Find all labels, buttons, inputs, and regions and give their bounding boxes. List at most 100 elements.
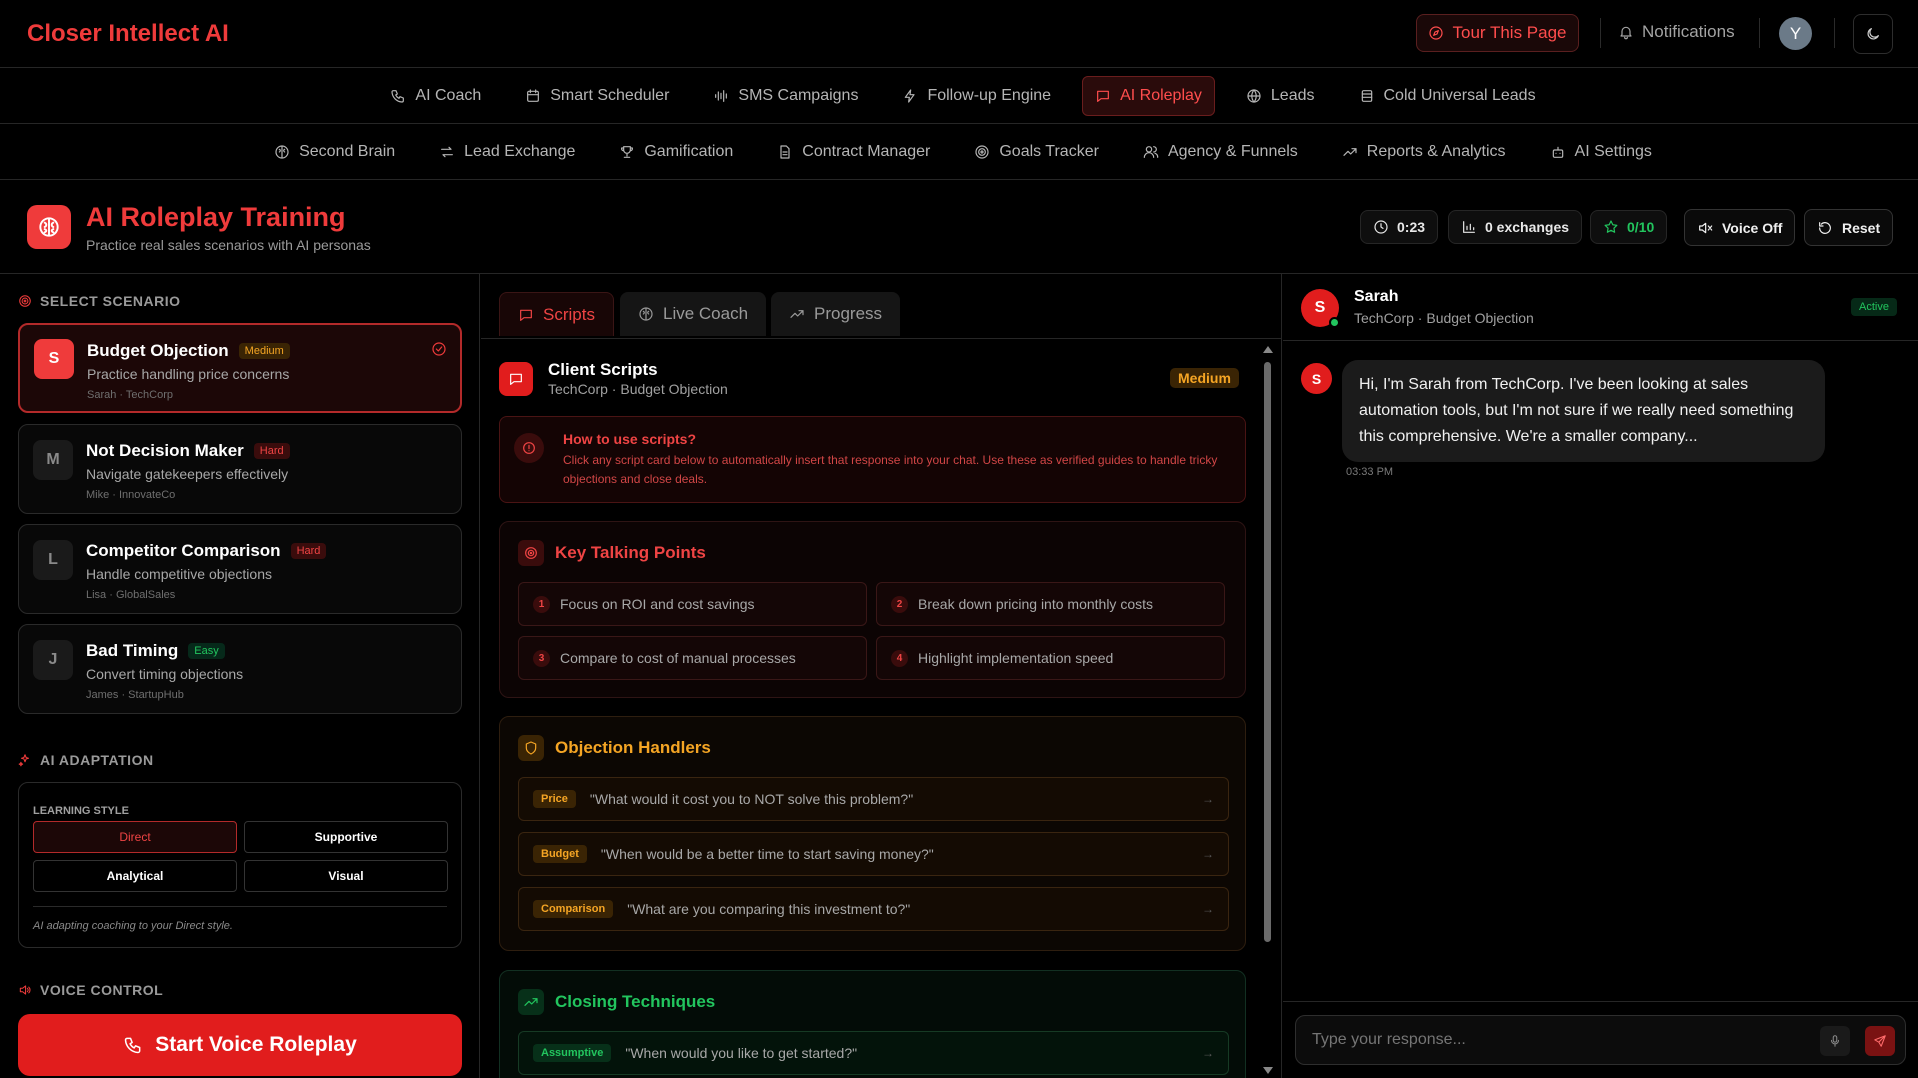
scenario-card-competitor-comparison[interactable]: L Competitor Comparison Hard Handle comp…	[18, 524, 462, 614]
howto-text: Click any script card below to automatic…	[563, 453, 1218, 486]
style-visual-button[interactable]: Visual	[244, 860, 448, 892]
nav-ai-roleplay[interactable]: AI Roleplay	[1082, 75, 1215, 116]
talking-point[interactable]: 3 Compare to cost of manual processes	[518, 636, 867, 680]
tab-scripts[interactable]: Scripts	[499, 292, 614, 336]
nav-label: Reports & Analytics	[1366, 142, 1506, 160]
scenario-meta: James · StartupHub	[86, 689, 184, 701]
trophy-icon	[621, 145, 634, 158]
clock-icon	[1374, 220, 1388, 234]
scroll-down-arrow[interactable]	[1263, 1067, 1273, 1074]
status-badge: Active	[1851, 298, 1897, 316]
notifications-button[interactable]: Notifications	[1618, 22, 1735, 42]
talking-point[interactable]: 1 Focus on ROI and cost savings	[518, 582, 867, 626]
objection-script[interactable]: Price "What would it cost you to NOT sol…	[518, 777, 1229, 821]
point-number: 2	[891, 595, 908, 613]
score-stat: 0/10	[1590, 210, 1668, 244]
tour-button[interactable]: Tour This Page	[1416, 14, 1579, 52]
closing-techniques-heading: Closing Techniques	[518, 989, 715, 1015]
scroll-thumb[interactable]	[1264, 362, 1271, 942]
trend-icon	[1343, 147, 1357, 156]
point-number: 1	[533, 595, 550, 613]
divider	[33, 906, 447, 907]
reset-button[interactable]: Reset	[1804, 209, 1894, 246]
objection-tag: Comparison	[533, 900, 614, 918]
scenario-meta: Mike · InnovateCo	[86, 489, 176, 501]
closing-script[interactable]: Assumptive "When would you like to get s…	[518, 1031, 1229, 1075]
nav-reports-analytics[interactable]: Reports & Analytics	[1329, 132, 1519, 172]
persona-name: Sarah	[1354, 288, 1399, 305]
talking-point[interactable]: 4 Highlight implementation speed	[876, 636, 1225, 680]
start-voice-label: Start Voice Roleplay	[155, 1033, 357, 1056]
nav-smart-scheduler[interactable]: Smart Scheduler	[512, 76, 682, 116]
scenario-title-text: Bad Timing	[86, 641, 179, 660]
nav-label: Follow-up Engine	[927, 86, 1052, 104]
brain-icon	[27, 205, 71, 249]
card-title-text: Objection Handlers	[555, 738, 711, 757]
voice-toggle-button[interactable]: Voice Off	[1684, 209, 1796, 246]
scenario-avatar: L	[33, 540, 73, 580]
ai-adaptation-heading: AI ADAPTATION	[18, 752, 154, 768]
nav-label: SMS Campaigns	[738, 86, 859, 104]
scenario-avatar: J	[33, 640, 73, 680]
user-avatar[interactable]: Y	[1779, 17, 1812, 50]
tab-label: Progress	[814, 304, 883, 323]
chat-input[interactable]	[1312, 1031, 1792, 1049]
scroll-up-arrow[interactable]	[1263, 346, 1273, 353]
client-scripts-subtitle: TechCorp · Budget Objection	[548, 381, 728, 397]
scenario-avatar: S	[34, 339, 74, 379]
nav-lead-exchange[interactable]: Lead Exchange	[426, 132, 588, 172]
talking-point[interactable]: 2 Break down pricing into monthly costs	[876, 582, 1225, 626]
trend-icon	[790, 310, 804, 318]
nav-ai-settings[interactable]: AI Settings	[1537, 132, 1665, 172]
lightning-icon	[905, 88, 916, 103]
chat-composer	[1283, 1001, 1918, 1078]
tab-live-coach[interactable]: Live Coach	[620, 292, 767, 336]
arrow-right-icon: →	[1202, 902, 1214, 916]
scenario-description: Handle competitive objections	[86, 566, 272, 582]
message-bubble: Hi, I'm Sarah from TechCorp. I've been l…	[1342, 360, 1825, 462]
nav-ai-coach[interactable]: AI Coach	[377, 76, 494, 116]
mic-button[interactable]	[1820, 1026, 1850, 1056]
nav-contract-manager[interactable]: Contract Manager	[764, 132, 943, 172]
shield-icon	[518, 735, 544, 761]
nav-follow-up-engine[interactable]: Follow-up Engine	[889, 76, 1064, 116]
trend-icon	[518, 989, 544, 1015]
tab-label: Live Coach	[663, 304, 749, 323]
scenario-card-budget-objection[interactable]: S Budget Objection Medium Practice handl…	[18, 323, 462, 413]
nav-gamification[interactable]: Gamification	[606, 132, 746, 172]
howto-title: How to use scripts?	[563, 431, 697, 447]
objection-text: "What would it cost you to NOT solve thi…	[589, 791, 914, 807]
style-supportive-button[interactable]: Supportive	[244, 821, 448, 853]
tab-progress[interactable]: Progress	[771, 292, 901, 336]
compass-icon	[1429, 26, 1444, 40]
brand-logo[interactable]: Closer Intellect AI	[27, 20, 229, 48]
scenario-avatar: M	[33, 440, 73, 480]
bot-icon	[1552, 146, 1563, 158]
style-analytical-button[interactable]: Analytical	[33, 860, 237, 892]
scenario-description: Practice handling price concerns	[87, 366, 290, 382]
scenario-card-bad-timing[interactable]: J Bad Timing Easy Convert timing objecti…	[18, 624, 462, 714]
nav-label: Lead Exchange	[464, 142, 576, 160]
objection-script[interactable]: Budget "When would be a better time to s…	[518, 832, 1229, 876]
scenario-title-text: Competitor Comparison	[86, 541, 281, 560]
page-header: AI Roleplay Training Practice real sales…	[0, 180, 1918, 274]
nav-cold-universal-leads[interactable]: Cold Universal Leads	[1346, 76, 1549, 116]
learning-style-box: LEARNING STYLE Direct Supportive Analyti…	[18, 782, 462, 948]
nav-second-brain[interactable]: Second Brain	[261, 132, 408, 172]
scrollbar[interactable]	[1261, 344, 1273, 1074]
scenario-card-not-decision-maker[interactable]: M Not Decision Maker Hard Navigate gatek…	[18, 424, 462, 514]
difficulty-badge: Medium	[1170, 368, 1239, 388]
nav-sms-campaigns[interactable]: SMS Campaigns	[700, 76, 871, 116]
objection-script[interactable]: Comparison "What are you comparing this …	[518, 887, 1229, 931]
nav-agency-funnels[interactable]: Agency & Funnels	[1130, 132, 1311, 172]
notifications-label: Notifications	[1642, 22, 1735, 41]
send-button[interactable]	[1865, 1026, 1895, 1056]
scripts-panel: Scripts Live Coach Progress Client Scrip…	[481, 274, 1282, 1078]
theme-toggle-button[interactable]	[1853, 14, 1893, 54]
nav-leads[interactable]: Leads	[1233, 76, 1328, 116]
style-direct-button[interactable]: Direct	[33, 821, 237, 853]
start-voice-roleplay-button[interactable]: Start Voice Roleplay	[18, 1014, 462, 1076]
timer-value: 0:23	[1397, 219, 1426, 235]
nav-label: Gamification	[644, 142, 734, 160]
nav-goals-tracker[interactable]: Goals Tracker	[961, 132, 1112, 172]
